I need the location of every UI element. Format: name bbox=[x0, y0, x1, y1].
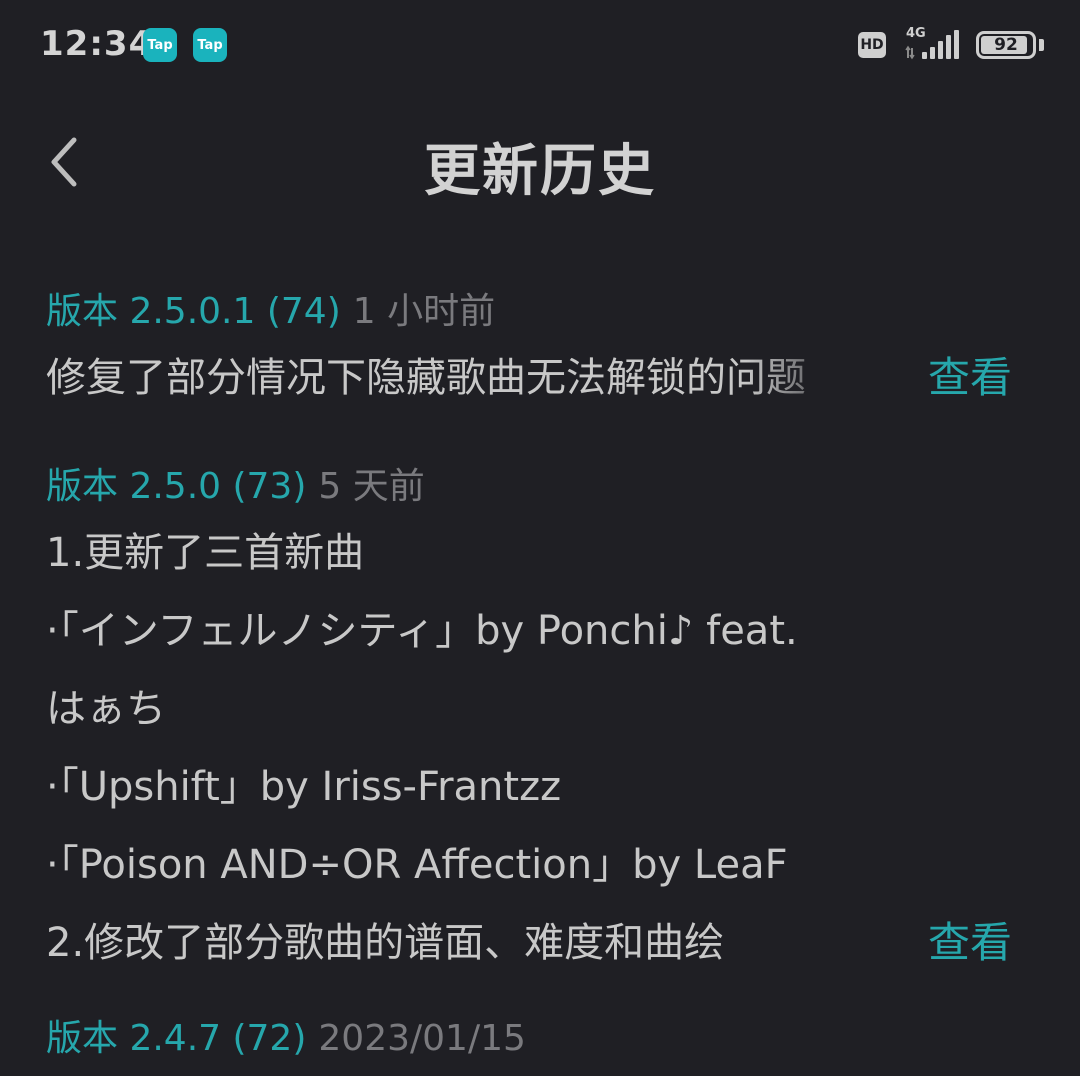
version-header: 版本 2.5.0 (73) 5 天前 bbox=[46, 460, 1036, 514]
battery-icon: 92 bbox=[976, 31, 1036, 59]
battery-tip bbox=[1039, 39, 1044, 51]
update-history-list: 版本 2.5.0.1 (74) 1 小时前 修复了部分情况下隐藏歌曲无法解锁的问题… bbox=[46, 285, 1036, 1066]
note-line: はぁち bbox=[46, 686, 166, 732]
version-label: 版本 2.5.0 (73) bbox=[46, 466, 307, 507]
battery-percent: 92 bbox=[994, 35, 1018, 55]
note-line: ·「インフェルノシティ」by Ponchi♪ feat. bbox=[46, 608, 798, 654]
version-summary: 2.修改了部分歌曲的谱面、难度和曲绘 bbox=[46, 920, 725, 966]
note-line: ·「Poison AND÷OR Affection」by LeaF bbox=[46, 842, 788, 888]
view-details-button[interactable]: 查看 bbox=[928, 339, 1012, 417]
tap-app-icon: Tap bbox=[193, 28, 227, 62]
version-time: 1 小时前 bbox=[352, 291, 496, 332]
tap-app-icon: Tap bbox=[143, 28, 177, 62]
version-summary: 修复了部分情况下隐藏歌曲无法解锁的问题 bbox=[46, 355, 806, 401]
version-label: 版本 2.5.0.1 (74) bbox=[46, 291, 341, 332]
note-line: 1.更新了三首新曲 bbox=[46, 530, 365, 576]
version-header: 版本 2.5.0.1 (74) 1 小时前 bbox=[46, 285, 1036, 339]
status-time: 12:34 bbox=[40, 24, 154, 64]
hd-voice-icon: HD bbox=[858, 32, 886, 58]
status-bar: 12:34 Tap Tap HD 4G 92 bbox=[0, 0, 1080, 90]
version-header: 版本 2.4.7 (72) 2023/01/15 bbox=[46, 1012, 1036, 1066]
version-entry: 版本 2.5.0 (73) 5 天前 1.更新了三首新曲 ·「インフェルノシティ」… bbox=[46, 460, 1036, 1012]
page-title: 更新历史 bbox=[424, 139, 656, 204]
signal-icon bbox=[905, 30, 959, 60]
version-notes: 1.更新了三首新曲 ·「インフェルノシティ」by Ponchi♪ feat. は… bbox=[46, 514, 1036, 904]
version-time: 5 天前 bbox=[318, 466, 425, 507]
version-summary-row: 修复了部分情况下隐藏歌曲无法解锁的问题 查看 bbox=[46, 339, 1036, 417]
version-summary-row: 2.修改了部分歌曲的谱面、难度和曲绘 查看 bbox=[46, 904, 1036, 982]
version-entry: 版本 2.5.0.1 (74) 1 小时前 修复了部分情况下隐藏歌曲无法解锁的问题… bbox=[46, 285, 1036, 460]
version-entry: 版本 2.4.7 (72) 2023/01/15 bbox=[46, 1012, 1036, 1066]
version-time: 2023/01/15 bbox=[318, 1018, 526, 1059]
version-label: 版本 2.4.7 (72) bbox=[46, 1018, 307, 1059]
view-details-button[interactable]: 查看 bbox=[928, 904, 1012, 982]
note-line: ·「Upshift」by Iriss-Frantzz bbox=[46, 764, 562, 810]
